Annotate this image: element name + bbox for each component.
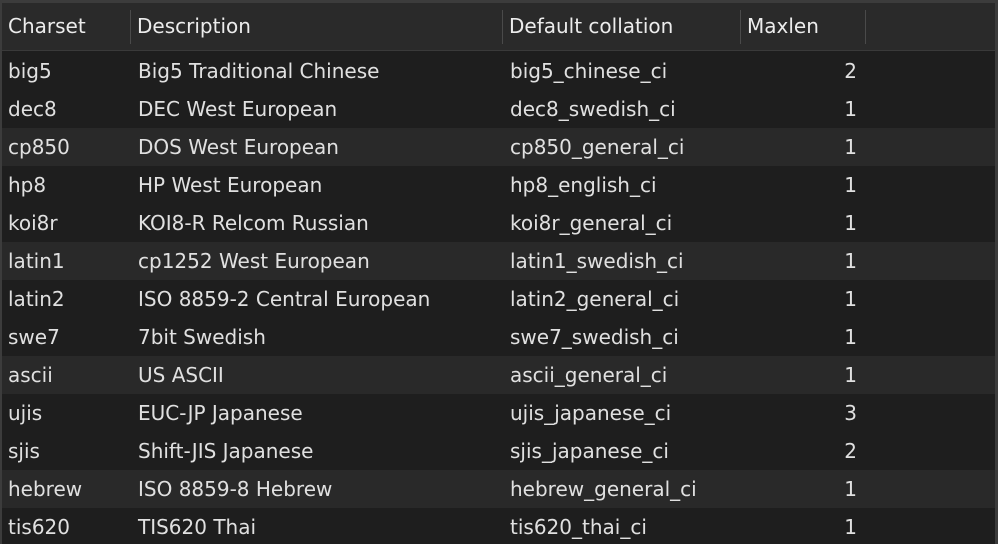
cell-description: ISO 8859-2 Central European [138, 287, 431, 311]
cell-maxlen: 2 [844, 439, 857, 463]
charset-table: Charset Description Default collation Ma… [0, 0, 998, 544]
cell-maxlen: 3 [844, 401, 857, 425]
table-row[interactable]: swe7 7bit Swedish swe7_swedish_ci 1 [0, 318, 998, 356]
cell-maxlen: 1 [844, 249, 857, 273]
cell-default-collation: sjis_japanese_ci [510, 439, 669, 463]
cell-charset: latin1 [8, 249, 65, 273]
cell-default-collation: koi8r_general_ci [510, 211, 673, 235]
column-header-default-collation[interactable]: Default collation [509, 0, 673, 50]
cell-description: Big5 Traditional Chinese [138, 59, 380, 83]
column-header-maxlen[interactable]: Maxlen [747, 0, 819, 50]
cell-default-collation: swe7_swedish_ci [510, 325, 679, 349]
table-row[interactable]: latin1 cp1252 West European latin1_swedish… [0, 242, 998, 280]
cell-maxlen: 1 [844, 363, 857, 387]
cell-description: HP West European [138, 173, 323, 197]
cell-maxlen: 1 [844, 515, 857, 539]
cell-charset: ascii [8, 363, 53, 387]
table-row[interactable]: koi8r KOI8-R Relcom Russian koi8r_general_… [0, 204, 998, 242]
table-row[interactable]: ujis EUC-JP Japanese ujis_japanese_ci 3 [0, 394, 998, 432]
cell-description: DOS West European [138, 135, 339, 159]
column-header-description[interactable]: Description [137, 0, 251, 50]
cell-charset: latin2 [8, 287, 65, 311]
table-row[interactable]: latin2 ISO 8859-2 Central European latin2_… [0, 280, 998, 318]
cell-description: TIS620 Thai [138, 515, 257, 539]
cell-charset: cp850 [8, 135, 70, 159]
column-header-charset[interactable]: Charset [8, 0, 86, 50]
cell-description: Shift-JIS Japanese [138, 439, 314, 463]
cell-description: EUC-JP Japanese [138, 401, 303, 425]
cell-charset: koi8r [8, 211, 58, 235]
column-resize-handle[interactable] [865, 10, 866, 44]
cell-maxlen: 1 [844, 135, 857, 159]
cell-maxlen: 1 [844, 173, 857, 197]
table-row[interactable]: ascii US ASCII ascii_general_ci 1 [0, 356, 998, 394]
table-row[interactable]: tis620 TIS620 Thai tis620_thai_ci 1 [0, 508, 998, 544]
cell-default-collation: latin1_swedish_ci [510, 249, 684, 273]
cell-default-collation: hp8_english_ci [510, 173, 657, 197]
cell-maxlen: 1 [844, 325, 857, 349]
cell-description: ISO 8859-8 Hebrew [138, 477, 333, 501]
cell-default-collation: tis620_thai_ci [510, 515, 647, 539]
cell-charset: dec8 [8, 97, 57, 121]
cell-default-collation: hebrew_general_ci [510, 477, 697, 501]
column-resize-handle[interactable] [130, 10, 131, 44]
window-top-edge [0, 0, 998, 3]
column-resize-handle[interactable] [740, 10, 741, 44]
cell-description: KOI8-R Relcom Russian [138, 211, 369, 235]
table-header: Charset Description Default collation Ma… [0, 0, 998, 51]
table-body: big5 Big5 Traditional Chinese big5_chinese… [0, 52, 998, 544]
cell-maxlen: 2 [844, 59, 857, 83]
cell-charset: ujis [8, 401, 43, 425]
cell-maxlen: 1 [844, 97, 857, 121]
cell-description: 7bit Swedish [138, 325, 266, 349]
cell-maxlen: 1 [844, 477, 857, 501]
cell-default-collation: cp850_general_ci [510, 135, 685, 159]
table-row[interactable]: big5 Big5 Traditional Chinese big5_chinese… [0, 52, 998, 90]
cell-charset: hebrew [8, 477, 83, 501]
table-row[interactable]: sjis Shift-JIS Japanese sjis_japanese_ci 2 [0, 432, 998, 470]
cell-description: cp1252 West European [138, 249, 370, 273]
table-row[interactable]: hebrew ISO 8859-8 Hebrew hebrew_general_ci… [0, 470, 998, 508]
table-row[interactable]: cp850 DOS West European cp850_general_ci 1 [0, 128, 998, 166]
cell-description: DEC West European [138, 97, 338, 121]
column-resize-handle[interactable] [502, 10, 503, 44]
cell-default-collation: latin2_general_ci [510, 287, 680, 311]
cell-default-collation: big5_chinese_ci [510, 59, 668, 83]
cell-charset: tis620 [8, 515, 70, 539]
cell-charset: swe7 [8, 325, 60, 349]
cell-charset: big5 [8, 59, 52, 83]
table-row[interactable]: hp8 HP West European hp8_english_ci 1 [0, 166, 998, 204]
window-left-edge [0, 0, 2, 544]
cell-default-collation: ujis_japanese_ci [510, 401, 672, 425]
table-row[interactable]: dec8 DEC West European dec8_swedish_ci 1 [0, 90, 998, 128]
cell-maxlen: 1 [844, 211, 857, 235]
cell-charset: hp8 [8, 173, 47, 197]
cell-description: US ASCII [138, 363, 224, 387]
cell-default-collation: ascii_general_ci [510, 363, 668, 387]
cell-default-collation: dec8_swedish_ci [510, 97, 676, 121]
cell-charset: sjis [8, 439, 40, 463]
cell-maxlen: 1 [844, 287, 857, 311]
